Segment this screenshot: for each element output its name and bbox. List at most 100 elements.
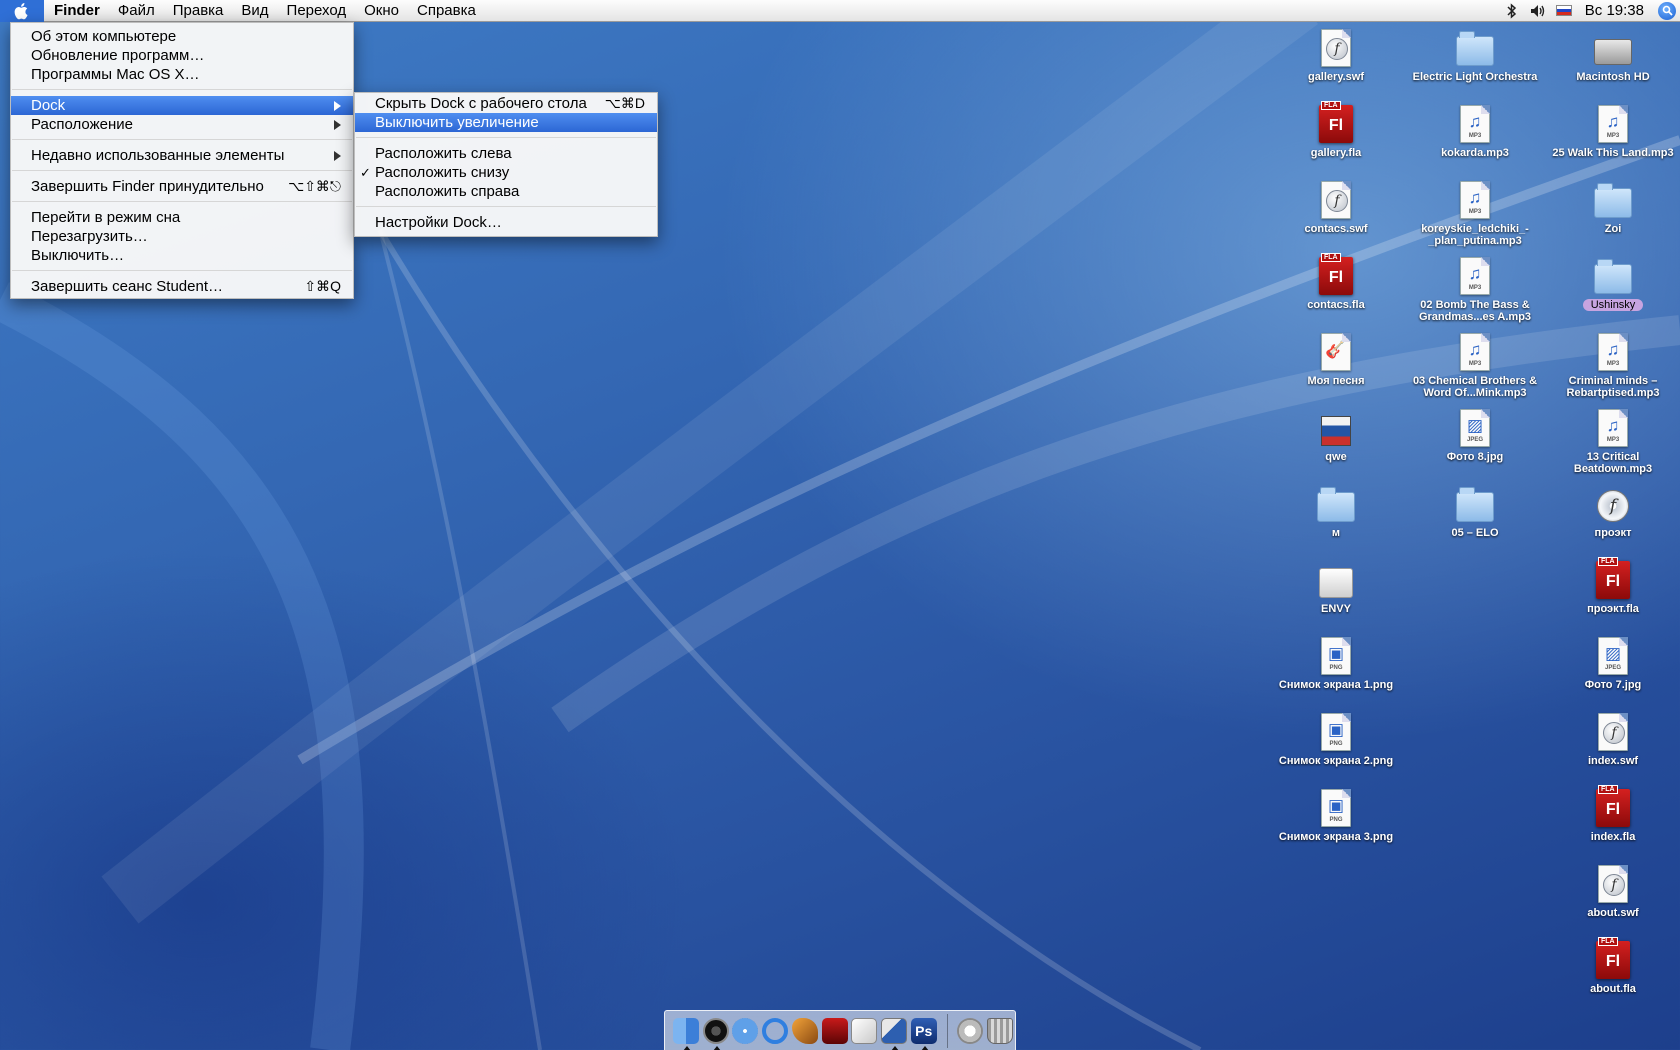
desktop-icon-envy-drive[interactable]: ENVY <box>1271 560 1401 636</box>
desktop-icon-kokarda-mp3[interactable]: ♫ MP3 kokarda.mp3 <box>1410 104 1540 180</box>
preview-icon <box>851 1017 878 1044</box>
menu-separator <box>11 84 353 96</box>
desktop-icon-my-song[interactable]: 🎸 Моя песня <box>1271 332 1401 408</box>
submenu-arrow-icon <box>334 150 341 161</box>
dock-photoshop[interactable]: Ps <box>909 1015 939 1050</box>
mp3-file-icon: ♫ MP3 <box>1460 105 1490 143</box>
desktop-icon-project-fla[interactable]: FLA Fl проэкт.fla <box>1548 557 1678 636</box>
checkmark-icon: ✓ <box>360 165 371 180</box>
mp3-file-icon: ♫ MP3 <box>1598 333 1628 371</box>
desktop-icon-project-swf[interactable]: f проэкт <box>1548 484 1678 560</box>
desktop-icon-photo-8-jpg[interactable]: ▨ JPEG Фото 8.jpg <box>1410 408 1540 484</box>
desktop-icon-ushinsky-folder[interactable]: Ushinsky <box>1548 256 1678 332</box>
png-file-icon: ▣ PNG <box>1321 713 1351 751</box>
menu-help[interactable]: Справка <box>408 0 485 22</box>
desktop-icon-macintosh-hd[interactable]: Macintosh HD <box>1548 28 1678 104</box>
menu-item-position-bottom[interactable]: ✓ Расположить снизу <box>355 163 657 182</box>
desktop-icon-gallery-fla[interactable]: FLA Fl gallery.fla <box>1271 101 1401 180</box>
menu-view[interactable]: Вид <box>232 0 277 22</box>
dock-mail-document[interactable] <box>956 1015 986 1047</box>
menu-item-force-quit[interactable]: Завершить Finder принудительно ⌥⇧⌘⎋ <box>11 177 353 196</box>
desktop-icon-koreyskie-mp3[interactable]: ♫ MP3 koreyskie_ledchiki_-_plan_putina.mp… <box>1410 180 1540 256</box>
apple-menu-button[interactable] <box>0 0 44 22</box>
desktop-icon-zoi-folder[interactable]: Zoi <box>1548 180 1678 256</box>
swf-file-icon: f <box>1321 181 1351 219</box>
desktop-icon-screenshot-2[interactable]: ▣ PNG Снимок экрана 2.png <box>1271 712 1401 788</box>
bluetooth-icon[interactable] <box>1499 0 1525 22</box>
fla-file-icon: FLA Fl <box>1596 785 1630 827</box>
menu-go[interactable]: Переход <box>278 0 356 22</box>
desktop-icon-elo-folder[interactable]: Electric Light Orchestra <box>1410 28 1540 104</box>
menu-item-location[interactable]: Расположение <box>11 115 353 134</box>
dock: Ps <box>664 1010 1016 1050</box>
menu-item-about-this-mac[interactable]: Об этом компьютере <box>11 27 353 46</box>
jpeg-file-icon: ▨ JPEG <box>1598 637 1628 675</box>
menu-item-shut-down[interactable]: Выключить… <box>11 246 353 265</box>
dock-submenu: Скрыть Dock с рабочего стола ⌥⌘D Выключит… <box>354 92 658 237</box>
menu-item-turn-magnification-off[interactable]: Выключить увеличение <box>355 113 657 132</box>
swf-file-icon: f <box>1321 29 1351 67</box>
menu-item-log-out[interactable]: Завершить сеанс Student… ⇧⌘Q <box>11 277 353 296</box>
desktop-icon-bomb-the-bass-mp3[interactable]: ♫ MP3 02 Bomb The Bass & Grandmas...es A.… <box>1410 256 1540 332</box>
dock-image-capture[interactable] <box>879 1015 909 1050</box>
dock-finder[interactable] <box>671 1015 701 1050</box>
desktop-icon-05-elo-folder[interactable]: 05 – ELO <box>1410 484 1540 560</box>
desktop-icon-index-fla[interactable]: FLA Fl index.fla <box>1548 785 1678 864</box>
submenu-arrow-icon <box>334 100 341 111</box>
desktop-icon-about-swf[interactable]: f about.swf <box>1548 864 1678 940</box>
desktop-icon-contacs-swf[interactable]: f contacs.swf <box>1271 180 1401 256</box>
mail-stack-icon <box>957 1017 984 1044</box>
menu-file[interactable]: Файл <box>109 0 164 22</box>
menu-item-position-right[interactable]: Расположить справа <box>355 182 657 201</box>
menu-item-sleep[interactable]: Перейти в режим сна <box>11 208 353 227</box>
desktop-icon-chemical-brothers-mp3[interactable]: ♫ MP3 03 Chemical Brothers & Word Of...Mi… <box>1410 332 1540 408</box>
photo-app-icon <box>881 1017 907 1044</box>
menu-finder[interactable]: Finder <box>44 0 109 22</box>
desktop-icon-walk-this-land-mp3[interactable]: ♫ MP3 25 Walk This Land.mp3 <box>1548 104 1678 180</box>
desktop-icon-critical-beatdown-mp3[interactable]: ♫ MP3 13 Critical Beatdown.mp3 <box>1548 408 1678 484</box>
fla-file-icon: FLA Fl <box>1596 937 1630 979</box>
desktop-icon-screenshot-1[interactable]: ▣ PNG Снимок экрана 1.png <box>1271 636 1401 712</box>
menu-window[interactable]: Окно <box>355 0 408 22</box>
dock-garageband[interactable] <box>790 1015 820 1047</box>
desktop-icon-qwe[interactable]: qwe <box>1271 408 1401 484</box>
desktop-icon-contacs-fla[interactable]: FLA Fl contacs.fla <box>1271 253 1401 332</box>
dock-dashboard[interactable] <box>701 1015 731 1050</box>
dock-safari[interactable] <box>730 1015 760 1047</box>
desktop-icon-about-fla[interactable]: FLA Fl about.fla <box>1548 937 1678 1016</box>
running-indicator-icon <box>712 1045 721 1050</box>
menu-item-dock-preferences[interactable]: Настройки Dock… <box>355 213 657 232</box>
dock-preview[interactable] <box>849 1015 879 1047</box>
menu-item-dock[interactable]: Dock <box>11 96 353 115</box>
folder-icon <box>1456 487 1494 522</box>
dock-internet-connect[interactable] <box>760 1015 790 1047</box>
spotlight-icon[interactable] <box>1654 0 1680 22</box>
menu-edit[interactable]: Правка <box>164 0 233 22</box>
folder-icon <box>1594 183 1632 218</box>
desktop-icon-index-swf[interactable]: f index.swf <box>1548 712 1678 788</box>
volume-icon[interactable] <box>1525 0 1551 22</box>
running-indicator-icon <box>891 1045 900 1050</box>
desktop-icon-screenshot-3[interactable]: ▣ PNG Снимок экрана 3.png <box>1271 788 1401 864</box>
menu-item-software-update[interactable]: Обновление программ… <box>11 46 353 65</box>
menu-item-position-left[interactable]: Расположить слева <box>355 144 657 163</box>
desktop-icon-photo-7-jpg[interactable]: ▨ JPEG Фото 7.jpg <box>1548 636 1678 712</box>
menu-item-mac-os-x-software[interactable]: Программы Mac OS X… <box>11 65 353 84</box>
input-menu-flag-icon[interactable] <box>1551 0 1577 22</box>
desktop-icon-criminal-minds-mp3[interactable]: ♫ MP3 Criminal minds – Rebartptised.mp3 <box>1548 332 1678 408</box>
submenu-arrow-icon <box>334 119 341 130</box>
menubar-clock[interactable]: Вс 19:38 <box>1577 2 1654 19</box>
dock-dvd-player[interactable] <box>820 1015 850 1047</box>
internet-connect-icon <box>762 1017 789 1044</box>
menu-item-recent-items[interactable]: Недавно использованные элементы <box>11 146 353 165</box>
dock-divider <box>946 1013 948 1048</box>
png-file-icon: ▣ PNG <box>1321 789 1351 827</box>
mp3-file-icon: ♫ MP3 <box>1460 257 1490 295</box>
folder-icon <box>1594 259 1632 294</box>
dock-trash[interactable] <box>985 1015 1015 1047</box>
desktop-icon-gallery-swf[interactable]: f gallery.swf <box>1271 28 1401 104</box>
menu-item-hide-dock[interactable]: Скрыть Dock с рабочего стола ⌥⌘D <box>355 94 657 113</box>
menu-bar: Finder Файл Правка Вид Переход Окно Спра… <box>0 0 1680 22</box>
menu-item-restart[interactable]: Перезагрузить… <box>11 227 353 246</box>
desktop-icon-folder-m[interactable]: м <box>1271 484 1401 560</box>
